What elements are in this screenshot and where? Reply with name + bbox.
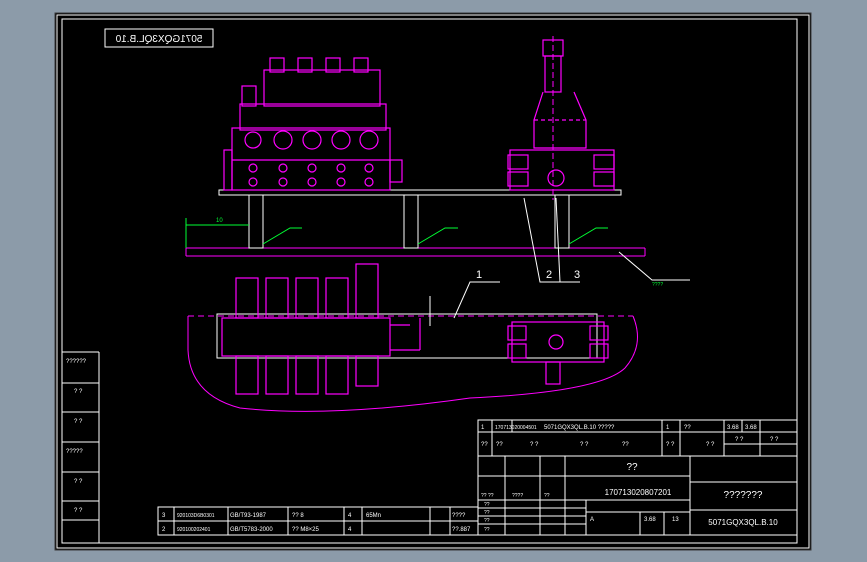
left-col-cell: ? ? <box>74 508 83 514</box>
bom-name: ?? M8×25 <box>292 527 320 533</box>
left-col-cell: ? ? <box>74 479 83 485</box>
tb-small: ?? ?? <box>481 493 494 499</box>
tb-row1-code: 170713020004501 <box>495 425 537 431</box>
tb-header: ? ? <box>706 442 715 448</box>
tb-row1-w2: 3.68 <box>745 425 757 431</box>
tb-scale: A <box>590 517 594 523</box>
bom-code: 920100202401 <box>177 527 211 533</box>
bom-name: ?? 8 <box>292 513 304 519</box>
callout-3: 3 <box>574 269 580 281</box>
company-name: ??????? <box>724 490 763 501</box>
tb-header: ? ? <box>770 437 779 443</box>
dimension-text: 10 <box>216 218 223 224</box>
tb-header: ?? <box>481 442 488 448</box>
bom-note: ???? <box>452 513 466 519</box>
callout-2: 2 <box>546 269 552 281</box>
bom-standard: GB/T5783-2000 <box>230 527 273 533</box>
left-col-cell: ? ? <box>74 389 83 395</box>
left-col-cell: ?????? <box>66 359 87 365</box>
tb-header: ? ? <box>580 442 589 448</box>
cad-drawing-sheet: 5071GQX3QL.B.10 ?????? ? ? ? ? ????? ? ?… <box>54 12 812 551</box>
tb-bottom-code: 5071GQX3QL.B.10 <box>708 518 778 527</box>
drawing-name: ?? <box>626 462 638 473</box>
tb-small: ?? <box>484 518 490 524</box>
tb-small: ?? <box>544 493 550 499</box>
tb-row1-w1: 3.68 <box>727 425 739 431</box>
tb-small: ?? <box>484 502 490 508</box>
tb-small: ???? <box>512 493 523 499</box>
left-col-cell: ????? <box>66 449 83 455</box>
bom-material: 65Mn <box>366 513 381 519</box>
tb-small: ?? <box>484 510 490 516</box>
tb-header: ? ? <box>666 442 675 448</box>
bom-note: ??.887 <box>452 527 471 533</box>
drawing-number: 170713020807201 <box>605 488 672 497</box>
tb-header: ? ? <box>735 437 744 443</box>
mirrored-code-text: 5071GQX3QL.B.10 <box>115 34 202 45</box>
bom-standard: GB/T93-1987 <box>230 513 267 519</box>
tb-header: ?? <box>622 442 629 448</box>
tb-header: ?? <box>496 442 503 448</box>
tb-sheets: 13 <box>672 517 679 523</box>
drawing-viewport <box>54 12 812 551</box>
annotation-label: ???? <box>652 282 663 288</box>
tb-row1-name: 5071GQX3QL.B.10 ????? <box>544 425 615 431</box>
callout-1: 1 <box>476 269 482 281</box>
tb-header: ? ? <box>530 442 539 448</box>
bom-code: 920103D6B0301 <box>177 513 215 519</box>
left-col-cell: ? ? <box>74 419 83 425</box>
tb-row1-mat: ?? <box>684 425 691 431</box>
tb-weight: 3.68 <box>644 517 656 523</box>
tb-small: ?? <box>484 527 490 533</box>
